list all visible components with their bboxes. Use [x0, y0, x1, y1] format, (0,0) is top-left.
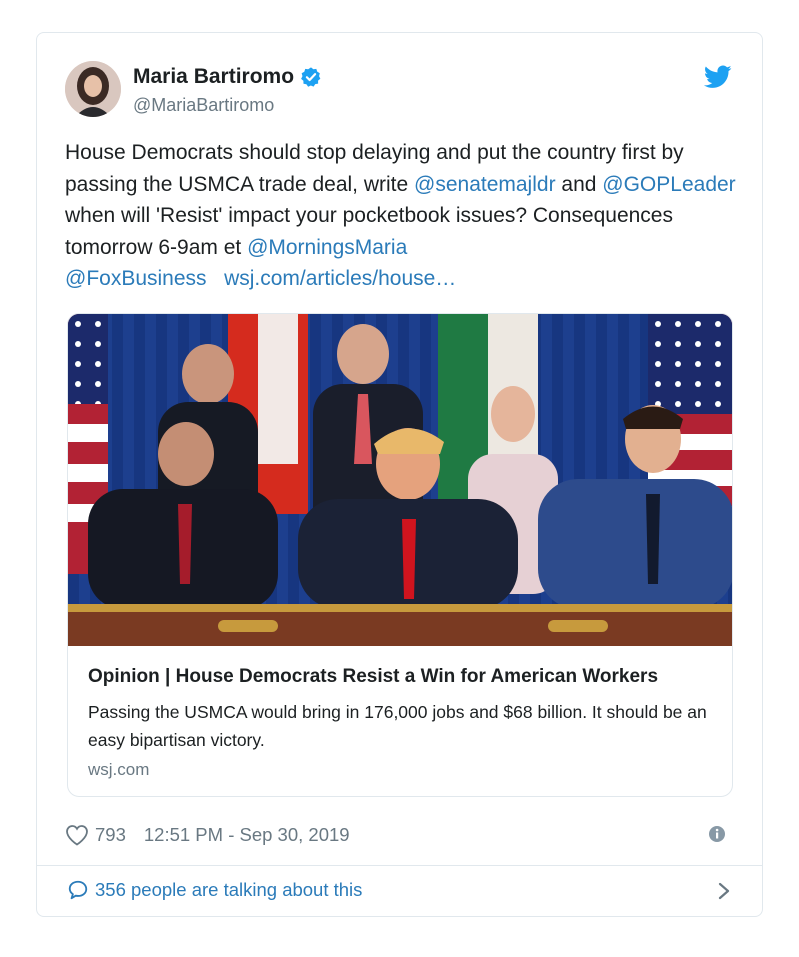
card-title[interactable]: Opinion | House Democrats Resist a Win f…	[88, 666, 658, 688]
article-link[interactable]: wsj.com/articles/house…	[224, 267, 456, 290]
author-name[interactable]: Maria Bartiromo	[133, 65, 294, 89]
mention-morningsmaria[interactable]: @MorningsMaria	[247, 236, 407, 259]
card-domain: wsj.com	[88, 760, 150, 779]
mention-senatemajldr[interactable]: @senatemajldr	[414, 173, 556, 196]
verified-badge-icon	[300, 66, 322, 88]
tweet-header: Maria Bartiromo @MariaBartiromo	[37, 33, 762, 143]
embedded-tweet: Maria Bartiromo @MariaBartiromo House De…	[36, 32, 763, 917]
name-row: Maria Bartiromo	[133, 65, 322, 89]
timestamp[interactable]: 12:51 PM - Sep 30, 2019	[144, 824, 350, 846]
link-card[interactable]: Opinion | House Democrats Resist a Win f…	[67, 313, 733, 797]
mention-gopleader[interactable]: @GOPLeader	[602, 173, 735, 196]
heart-icon	[66, 825, 88, 846]
chevron-right-icon[interactable]	[716, 879, 732, 903]
tweet-text: House Democrats should stop delaying and…	[65, 137, 745, 295]
like-button[interactable]: 793	[65, 824, 126, 846]
author-handle[interactable]: @MariaBartiromo	[133, 95, 274, 116]
tweet-meta: 793 12:51 PM - Sep 30, 2019	[65, 821, 737, 849]
card-body: Opinion | House Democrats Resist a Win f…	[68, 646, 732, 796]
info-icon[interactable]	[708, 825, 726, 843]
tweet-text-segment: and	[555, 172, 603, 196]
twitter-bird-icon[interactable]	[703, 65, 732, 89]
divider	[37, 865, 762, 866]
conversation-link[interactable]: 356 people are talking about this	[67, 879, 362, 901]
conversation-label: 356 people are talking about this	[95, 879, 363, 900]
mention-foxbusiness[interactable]: @FoxBusiness	[65, 267, 207, 290]
card-image	[68, 314, 732, 646]
avatar[interactable]	[65, 61, 121, 117]
card-description: Passing the USMCA would bring in 176,000…	[88, 702, 707, 750]
speech-bubble-icon	[68, 880, 88, 900]
like-count: 793	[95, 824, 126, 845]
